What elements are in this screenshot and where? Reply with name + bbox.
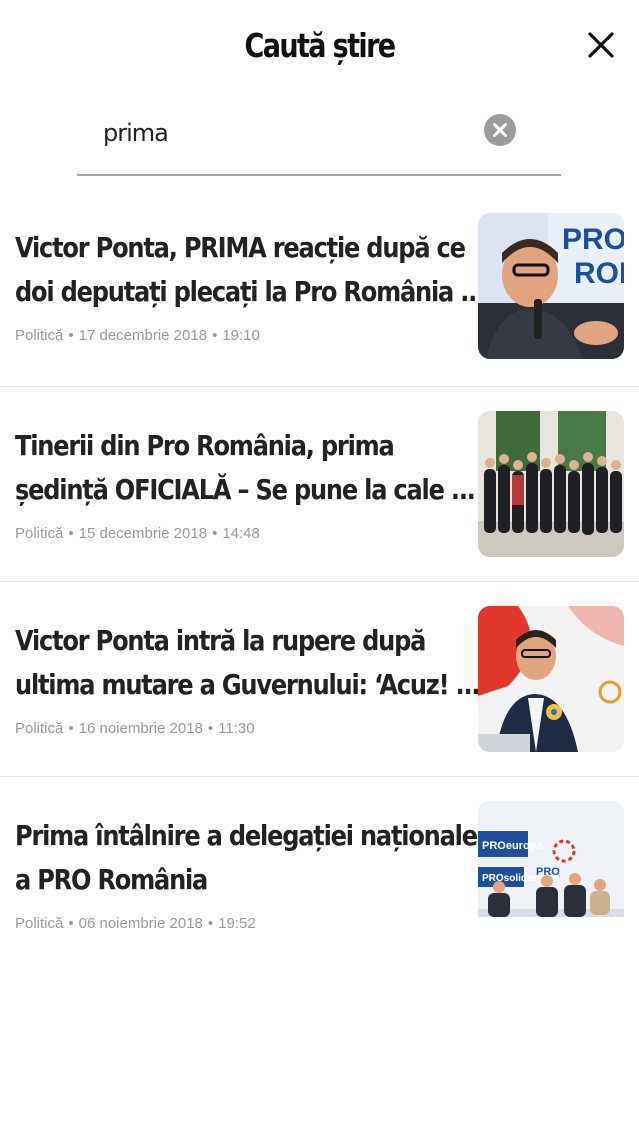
result-thumbnail: PRO ROM bbox=[478, 213, 624, 359]
result-title-line-2: ultima mutare a Guvernului: ‘Acuz! ... bbox=[15, 668, 481, 701]
clear-search-icon bbox=[493, 123, 507, 137]
result-meta: Politică • 15 decembrie 2018 • 14:48 bbox=[15, 525, 260, 542]
result-item[interactable]: Victor Ponta intră la rupere după ultima… bbox=[0, 582, 639, 777]
result-title-line-2: ședință OFICIALĂ – Se pune la cale ... bbox=[15, 473, 476, 506]
result-thumbnail bbox=[478, 606, 624, 752]
result-title-line-2: a PRO România bbox=[15, 863, 208, 896]
result-time: 19:52 bbox=[218, 915, 256, 932]
svg-text:ROM: ROM bbox=[574, 257, 624, 290]
close-icon bbox=[588, 32, 614, 58]
result-meta: Politică • 17 decembrie 2018 • 19:10 bbox=[15, 327, 260, 344]
result-date: 17 decembrie 2018 bbox=[78, 327, 208, 344]
result-date: 06 noiembrie 2018 bbox=[78, 915, 203, 932]
result-thumbnail: PROeuropa PROsolidaritate PRO bbox=[478, 801, 624, 947]
result-title-line-1: Victor Ponta, PRIMA reacție după ce bbox=[15, 231, 466, 264]
result-category: Politică bbox=[15, 525, 64, 542]
result-category: Politică bbox=[15, 915, 64, 932]
result-meta: Politică • 06 noiembrie 2018 • 19:52 bbox=[15, 915, 256, 932]
close-button[interactable] bbox=[580, 24, 622, 66]
result-title-line-1: Prima întâlnire a delegației naționale bbox=[15, 819, 478, 852]
result-category: Politică bbox=[15, 720, 64, 737]
svg-text:PRO: PRO bbox=[562, 223, 624, 256]
search-input[interactable] bbox=[101, 112, 485, 154]
result-time: 14:48 bbox=[222, 525, 260, 542]
result-thumbnail bbox=[478, 411, 624, 557]
result-title-line-1: Tinerii din Pro România, prima bbox=[15, 429, 395, 462]
svg-text:PROeuropa: PROeuropa bbox=[482, 840, 543, 852]
header: Caută știre bbox=[0, 0, 639, 95]
result-time: 11:30 bbox=[218, 720, 255, 737]
result-date: 15 decembrie 2018 bbox=[78, 525, 208, 542]
result-item[interactable]: Prima întâlnire a delegației naționale a… bbox=[0, 777, 639, 971]
search-bar bbox=[77, 100, 561, 176]
result-time: 19:10 bbox=[222, 327, 260, 344]
result-meta: Politică • 16 noiembrie 2018 • 11:30 bbox=[15, 720, 255, 737]
page-title: Caută știre bbox=[244, 26, 397, 65]
result-date: 16 noiembrie 2018 bbox=[78, 720, 203, 737]
result-item[interactable]: Victor Ponta, PRIMA reacție după ce doi … bbox=[0, 192, 639, 387]
result-category: Politică bbox=[15, 327, 64, 344]
result-title-line-1: Victor Ponta intră la rupere după bbox=[15, 624, 426, 657]
result-title-line-2: doi deputați plecați la Pro România ... bbox=[15, 275, 485, 308]
result-item[interactable]: Tinerii din Pro România, prima ședință O… bbox=[0, 387, 639, 582]
clear-search-button[interactable] bbox=[484, 114, 516, 146]
